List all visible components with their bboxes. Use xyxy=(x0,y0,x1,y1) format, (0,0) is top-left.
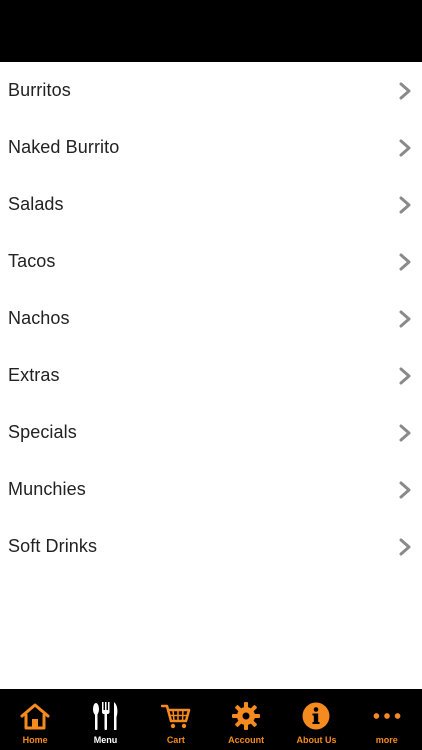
menu-item-naked-burrito[interactable]: Naked Burrito xyxy=(0,119,422,176)
menu-item-label: Munchies xyxy=(8,479,86,499)
chevron-right-icon xyxy=(399,367,411,384)
gear-icon xyxy=(231,701,261,731)
chevron-right-icon xyxy=(399,538,411,555)
menu-item-nachos[interactable]: Nachos xyxy=(0,290,422,347)
tab-label: About Us xyxy=(296,735,337,745)
tab-more[interactable]: more xyxy=(352,689,422,750)
menu-category-list: Burritos Naked Burrito Salads Tacos Nach… xyxy=(0,62,422,575)
menu-item-salads[interactable]: Salads xyxy=(0,176,422,233)
tab-label: Cart xyxy=(166,735,185,745)
menu-item-label: Salads xyxy=(8,194,64,214)
chevron-right-icon xyxy=(399,82,411,99)
tab-cart[interactable]: Cart xyxy=(141,689,211,750)
menu-item-label: Extras xyxy=(8,365,60,385)
fork-knife-icon xyxy=(90,701,120,731)
chevron-right-icon xyxy=(399,253,411,270)
menu-item-extras[interactable]: Extras xyxy=(0,347,422,404)
tab-label: Menu xyxy=(93,735,118,745)
tab-home[interactable]: Home xyxy=(0,689,70,750)
menu-item-tacos[interactable]: Tacos xyxy=(0,233,422,290)
home-icon xyxy=(20,701,50,731)
menu-item-munchies[interactable]: Munchies xyxy=(0,461,422,518)
app-screen: Burritos Naked Burrito Salads Tacos Nach… xyxy=(0,0,422,750)
more-dots-icon xyxy=(372,701,402,731)
tab-label: Account xyxy=(228,735,265,745)
menu-item-label: Tacos xyxy=(8,251,56,271)
top-bar xyxy=(0,0,422,62)
menu-item-label: Soft Drinks xyxy=(8,536,98,556)
chevron-right-icon xyxy=(399,196,411,213)
cart-icon xyxy=(160,701,191,731)
menu-item-label: Nachos xyxy=(8,308,70,328)
info-icon xyxy=(301,701,331,731)
bottom-tab-bar: Home Menu Cart Account About Us more xyxy=(0,689,422,750)
menu-item-specials[interactable]: Specials xyxy=(0,404,422,461)
chevron-right-icon xyxy=(399,139,411,156)
tab-label: Home xyxy=(22,735,48,745)
chevron-right-icon xyxy=(399,481,411,498)
menu-item-soft-drinks[interactable]: Soft Drinks xyxy=(0,518,422,575)
tab-menu[interactable]: Menu xyxy=(70,689,140,750)
chevron-right-icon xyxy=(399,424,411,441)
menu-item-label: Specials xyxy=(8,422,77,442)
menu-item-burritos[interactable]: Burritos xyxy=(0,62,422,119)
menu-item-label: Naked Burrito xyxy=(8,137,120,157)
chevron-right-icon xyxy=(399,310,411,327)
menu-item-label: Burritos xyxy=(8,80,71,100)
tab-about-us[interactable]: About Us xyxy=(281,689,351,750)
tab-label: more xyxy=(375,735,398,745)
tab-account[interactable]: Account xyxy=(211,689,281,750)
